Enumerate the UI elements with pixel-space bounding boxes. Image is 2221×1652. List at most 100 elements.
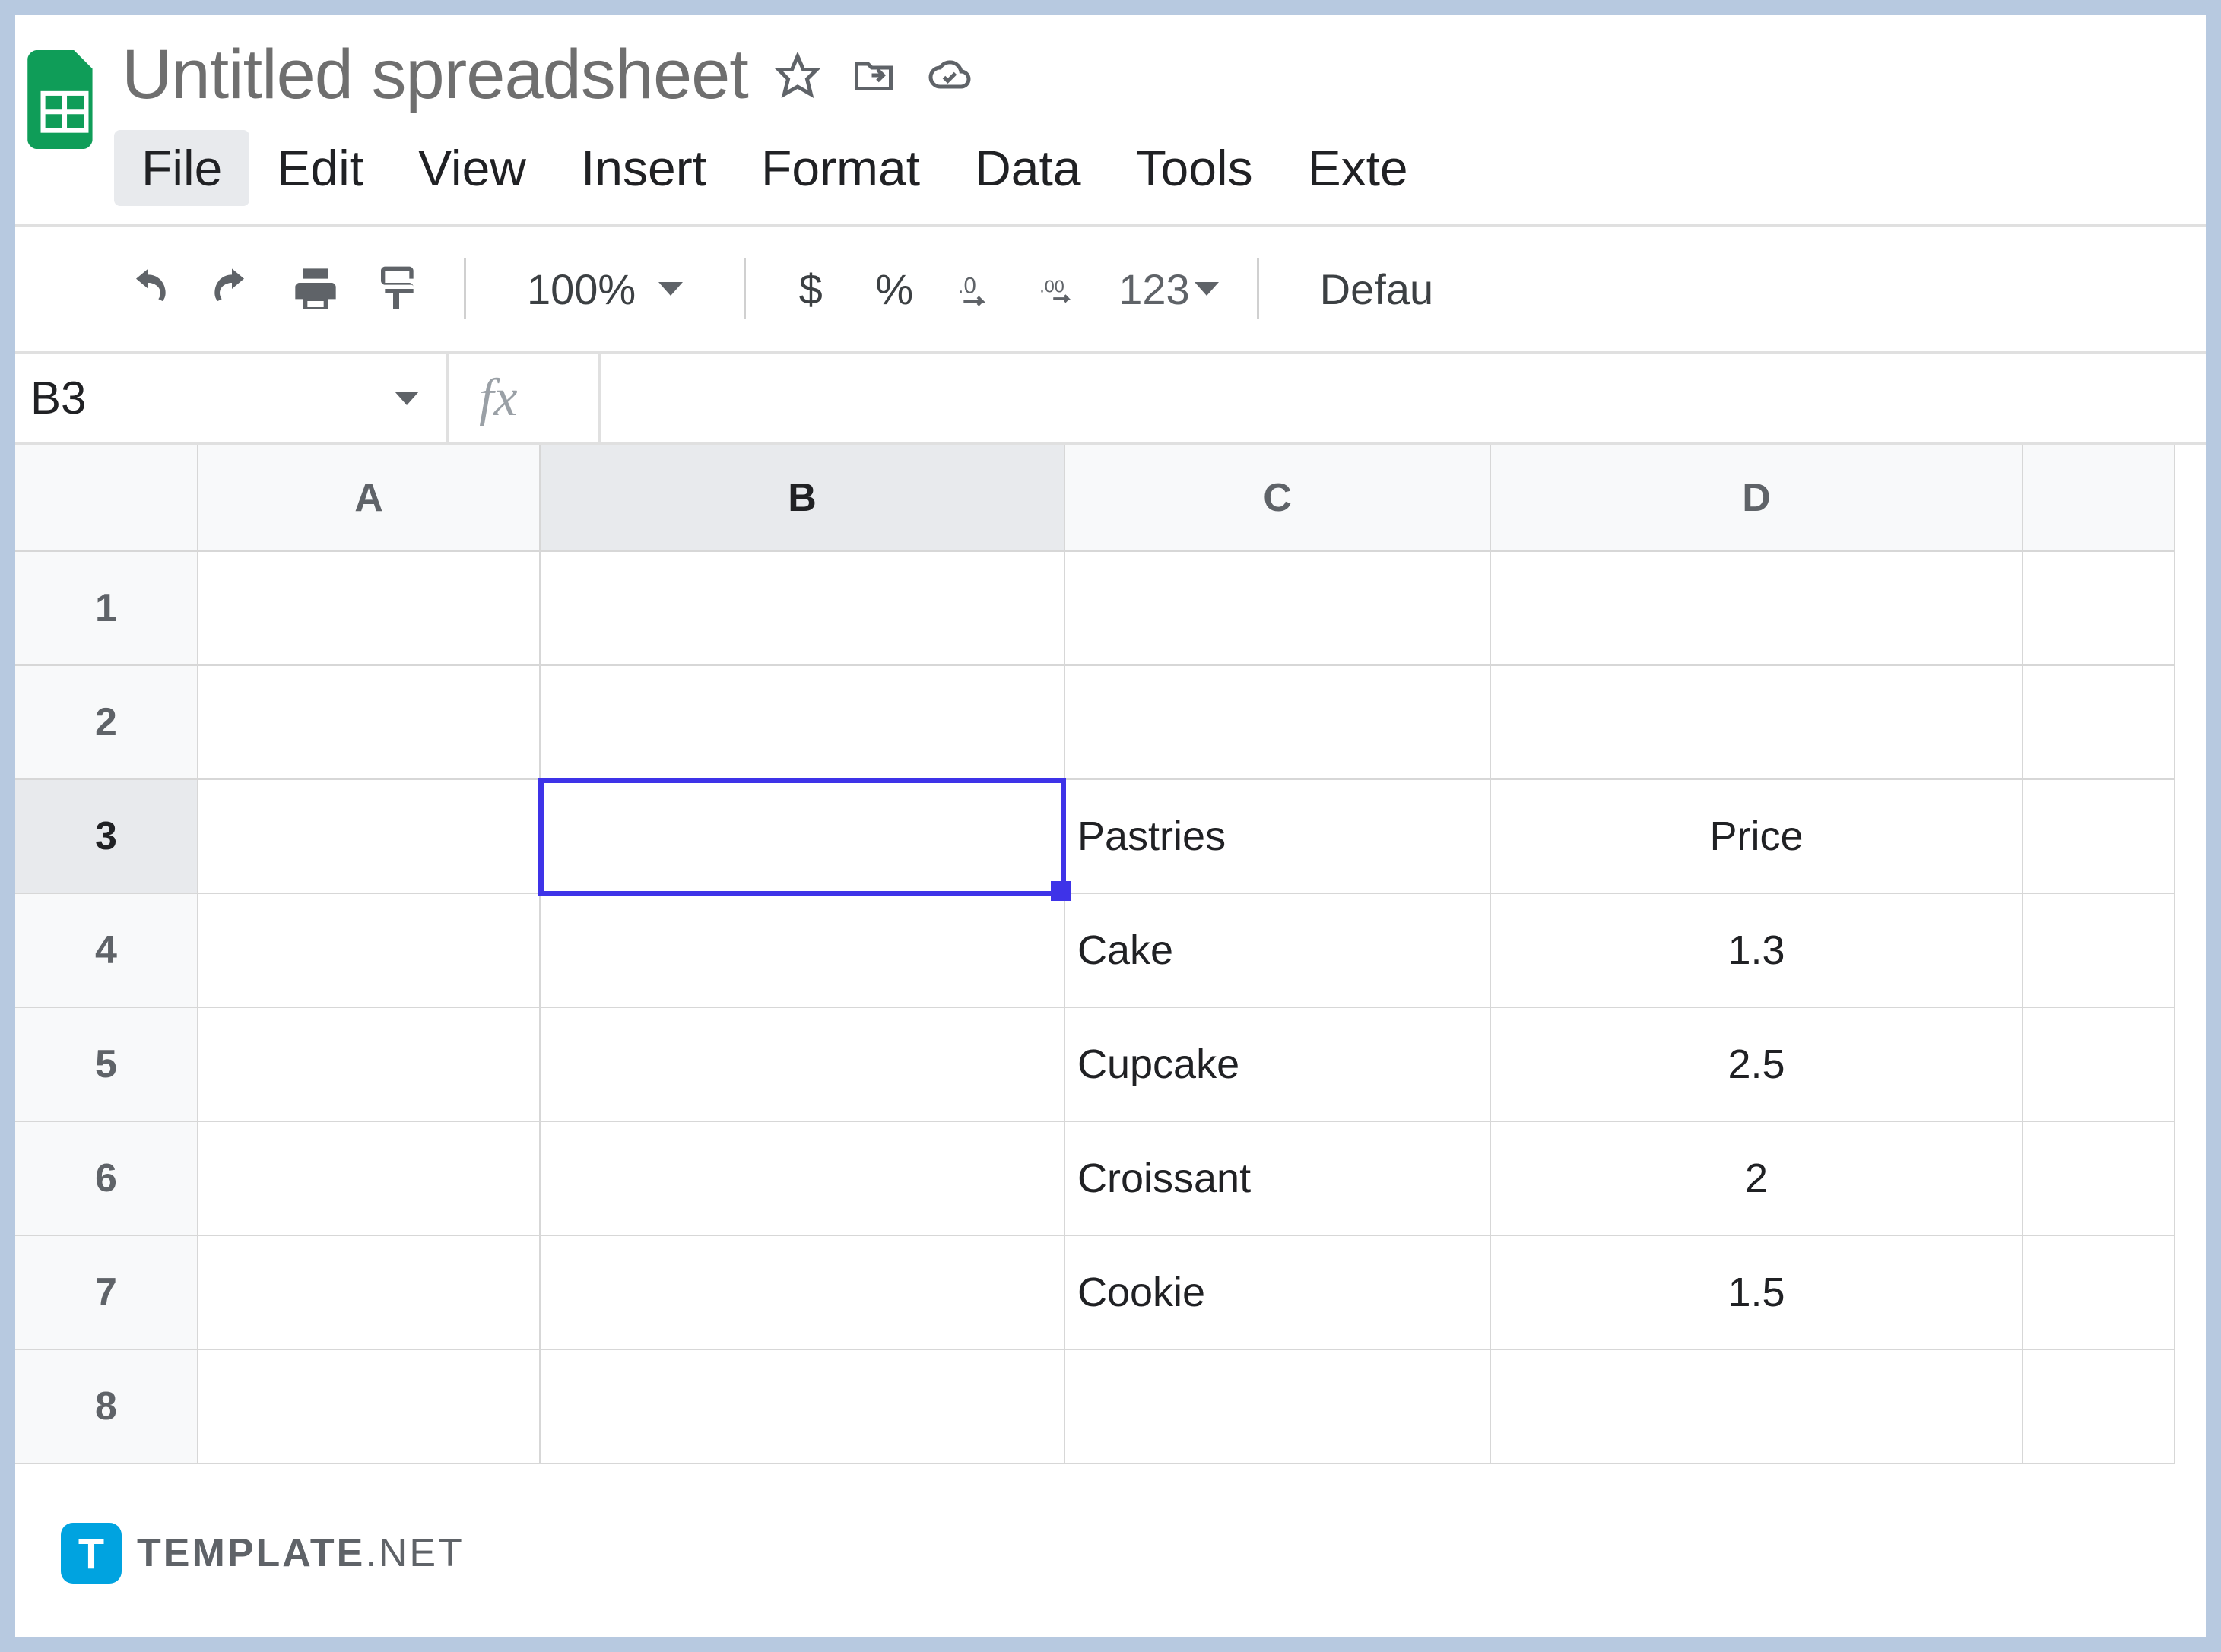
undo-button[interactable] (122, 258, 175, 319)
column-header-E[interactable] (2023, 445, 2175, 551)
cell-E7[interactable] (2023, 1235, 2175, 1349)
move-folder-icon[interactable] (847, 49, 900, 102)
cell-D1[interactable] (1490, 551, 2023, 665)
cell-A2[interactable] (198, 665, 540, 779)
redo-button[interactable] (205, 258, 259, 319)
menu-insert[interactable]: Insert (554, 130, 734, 206)
cell-C2[interactable] (1064, 665, 1490, 779)
cloud-status-icon[interactable] (923, 49, 976, 102)
cell-A6[interactable] (198, 1121, 540, 1235)
menu-edit[interactable]: Edit (249, 130, 391, 206)
watermark-text: TEMPLATE.NET (137, 1530, 465, 1576)
cell-D8[interactable] (1490, 1349, 2023, 1463)
menu-tools[interactable]: Tools (1109, 130, 1280, 206)
row-header-3[interactable]: 3 (15, 779, 198, 893)
svg-text:.0: .0 (958, 273, 976, 298)
column-header-D[interactable]: D (1490, 445, 2023, 551)
cell-A1[interactable] (198, 551, 540, 665)
increase-decimal-button[interactable]: .00 (1035, 258, 1088, 319)
sheets-logo[interactable] (15, 27, 114, 164)
cell-E4[interactable] (2023, 893, 2175, 1007)
font-name: Defau (1320, 265, 1433, 314)
cell-D2[interactable] (1490, 665, 2023, 779)
sheet-table: A B C D 1 2 (15, 445, 2175, 1464)
more-formats-button[interactable]: 123 (1118, 258, 1218, 319)
cell-E6[interactable] (2023, 1121, 2175, 1235)
document-title[interactable]: Untitled spreadsheet (122, 35, 748, 115)
cell-C4[interactable]: Cake (1064, 893, 1490, 1007)
cell-E8[interactable] (2023, 1349, 2175, 1463)
cell-E3[interactable] (2023, 779, 2175, 893)
grid: A B C D 1 2 (15, 445, 2206, 1464)
cell-E2[interactable] (2023, 665, 2175, 779)
cell-C1[interactable] (1064, 551, 1490, 665)
cell-A4[interactable] (198, 893, 540, 1007)
cell-B2[interactable] (540, 665, 1064, 779)
cell-B1[interactable] (540, 551, 1064, 665)
sheets-icon (27, 50, 103, 149)
cell-C3[interactable]: Pastries (1064, 779, 1490, 893)
menu-view[interactable]: View (391, 130, 554, 206)
chevron-down-icon (395, 392, 419, 405)
menu-data[interactable]: Data (947, 130, 1108, 206)
print-button[interactable] (289, 258, 342, 319)
menu-extensions[interactable]: Exte (1280, 130, 1436, 206)
row-header-4[interactable]: 4 (15, 893, 198, 1007)
menu-file[interactable]: File (114, 130, 249, 206)
menu-format[interactable]: Format (734, 130, 947, 206)
cell-B3[interactable] (540, 779, 1064, 893)
cell-B4[interactable] (540, 893, 1064, 1007)
cell-B5[interactable] (540, 1007, 1064, 1121)
svg-text:.00: .00 (1039, 276, 1064, 296)
formula-input[interactable] (601, 354, 2206, 442)
column-header-B[interactable]: B (540, 445, 1064, 551)
cell-C6[interactable]: Croissant (1064, 1121, 1490, 1235)
menu-bar: File Edit View Insert Format Data Tools … (114, 115, 2206, 224)
cell-C8[interactable] (1064, 1349, 1490, 1463)
format-currency-button[interactable]: $ (784, 258, 837, 319)
spreadsheet-app: Untitled spreadsheet File Edit View Inse… (15, 15, 2206, 1637)
cell-D5[interactable]: 2.5 (1490, 1007, 2023, 1121)
chevron-down-icon (1195, 282, 1219, 296)
cell-B6[interactable] (540, 1121, 1064, 1235)
cell-A3[interactable] (198, 779, 540, 893)
cell-C5[interactable]: Cupcake (1064, 1007, 1490, 1121)
cell-C7[interactable]: Cookie (1064, 1235, 1490, 1349)
row-header-6[interactable]: 6 (15, 1121, 198, 1235)
paint-format-button[interactable] (373, 258, 426, 319)
more-formats-label: 123 (1118, 265, 1189, 314)
cell-D6[interactable]: 2 (1490, 1121, 2023, 1235)
chevron-down-icon (658, 282, 683, 296)
name-box[interactable]: B3 (15, 354, 449, 442)
cell-E5[interactable] (2023, 1007, 2175, 1121)
cell-D7[interactable]: 1.5 (1490, 1235, 2023, 1349)
decrease-decimal-button[interactable]: .0 (951, 258, 1004, 319)
cell-D4[interactable]: 1.3 (1490, 893, 2023, 1007)
name-box-value: B3 (30, 372, 86, 424)
row-header-7[interactable]: 7 (15, 1235, 198, 1349)
cell-A5[interactable] (198, 1007, 540, 1121)
row-header-8[interactable]: 8 (15, 1349, 198, 1463)
format-percent-button[interactable]: % (868, 258, 921, 319)
toolbar: 100% $ % .0 .00 123 Defau (15, 224, 2206, 354)
cell-E1[interactable] (2023, 551, 2175, 665)
select-all-corner[interactable] (15, 445, 198, 551)
font-dropdown[interactable]: Defau (1297, 265, 1456, 314)
zoom-dropdown[interactable]: 100% (504, 265, 706, 314)
cell-A8[interactable] (198, 1349, 540, 1463)
row-header-1[interactable]: 1 (15, 551, 198, 665)
watermark-suffix: .NET (365, 1531, 464, 1575)
cell-D3[interactable]: Price (1490, 779, 2023, 893)
column-header-C[interactable]: C (1064, 445, 1490, 551)
header: Untitled spreadsheet File Edit View Inse… (15, 15, 2206, 224)
watermark-brand: TEMPLATE (137, 1531, 365, 1575)
cell-B8[interactable] (540, 1349, 1064, 1463)
zoom-value: 100% (527, 265, 636, 314)
toolbar-separator (464, 258, 466, 319)
row-header-5[interactable]: 5 (15, 1007, 198, 1121)
cell-A7[interactable] (198, 1235, 540, 1349)
star-icon[interactable] (771, 49, 824, 102)
column-header-A[interactable]: A (198, 445, 540, 551)
cell-B7[interactable] (540, 1235, 1064, 1349)
row-header-2[interactable]: 2 (15, 665, 198, 779)
